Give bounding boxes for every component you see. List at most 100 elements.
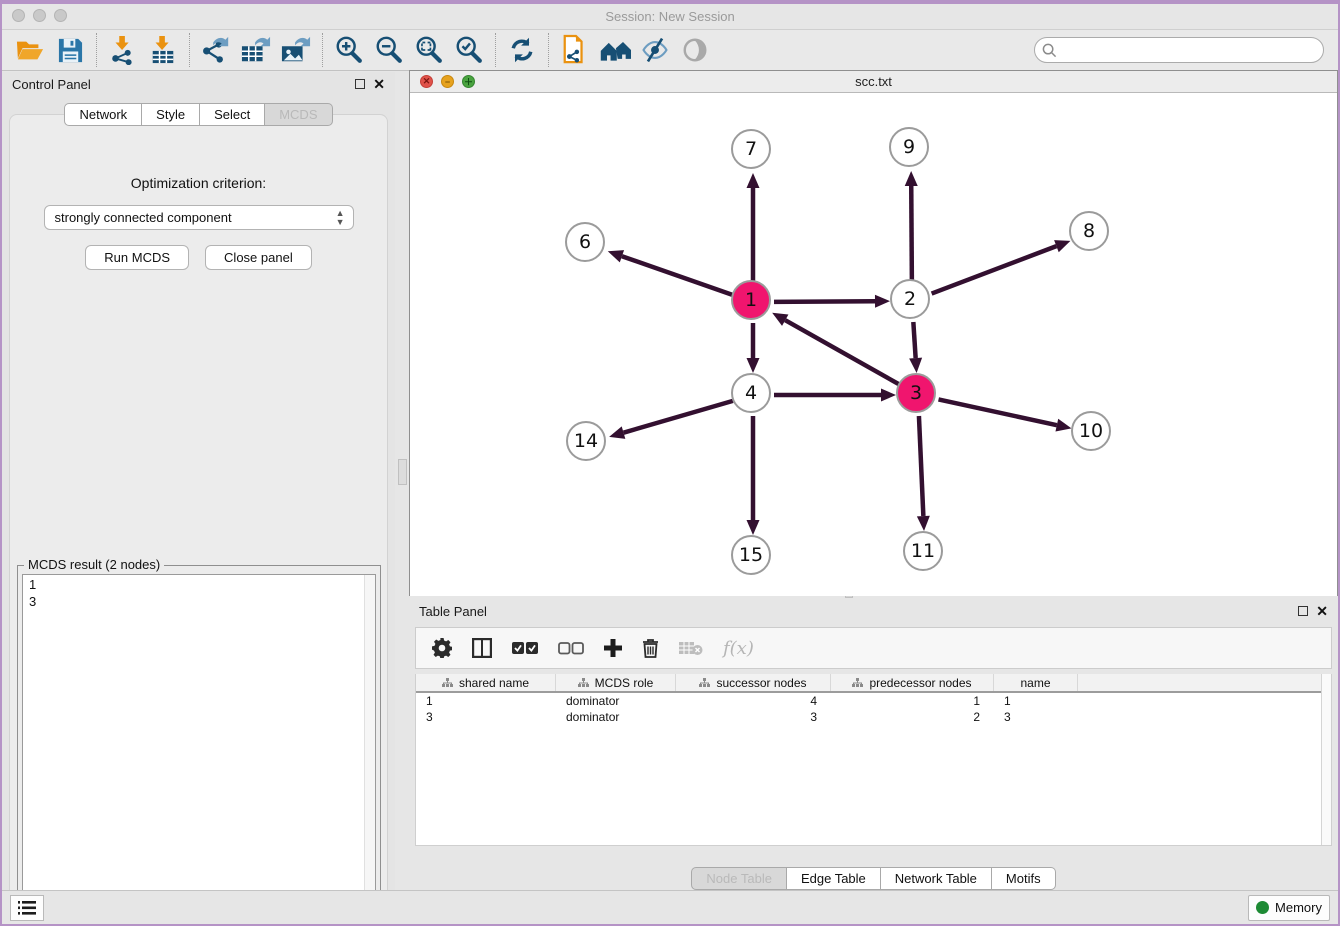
- graph-edge-1-6[interactable]: [622, 256, 733, 295]
- column-header-successor-nodes[interactable]: successor nodes: [676, 674, 831, 691]
- graph-node-1[interactable]: 1: [731, 280, 771, 320]
- hide-labels-button[interactable]: [635, 32, 675, 68]
- network-canvas[interactable]: 7 9 6 8 1 2 4 3 14 10 15 11: [410, 93, 1337, 596]
- delete-column-button[interactable]: [642, 638, 659, 658]
- tab-node-table[interactable]: Node Table: [691, 867, 787, 890]
- network-close-button[interactable]: ✕: [420, 75, 433, 88]
- tab-edge-table[interactable]: Edge Table: [787, 867, 881, 890]
- table-row[interactable]: 3 dominator 3 2 3: [416, 709, 1331, 725]
- tab-network-table[interactable]: Network Table: [881, 867, 992, 890]
- control-panel-title: Control Panel: [12, 77, 91, 92]
- home-button[interactable]: [595, 32, 635, 68]
- save-session-button[interactable]: [50, 32, 90, 68]
- graph-node-6[interactable]: 6: [565, 222, 605, 262]
- table-panel: Table Panel ✕: [409, 599, 1338, 894]
- close-window-button[interactable]: [12, 9, 25, 22]
- column-header-mcds-role[interactable]: MCDS role: [556, 674, 676, 691]
- table-tabs: Node Table Edge Table Network Table Moti…: [409, 867, 1338, 890]
- graph-node-8[interactable]: 8: [1069, 211, 1109, 251]
- main-titlebar: Session: New Session: [2, 4, 1338, 29]
- memory-button[interactable]: Memory: [1248, 895, 1330, 921]
- graph-node-11[interactable]: 11: [903, 531, 943, 571]
- network-minimize-button[interactable]: −: [441, 75, 454, 88]
- export-image-icon: [280, 35, 312, 65]
- export-table-button[interactable]: [236, 32, 276, 68]
- column-header-name[interactable]: name: [994, 674, 1078, 691]
- select-all-button[interactable]: [512, 642, 538, 655]
- import-network-button[interactable]: [103, 32, 143, 68]
- graph-edge-1-2[interactable]: [774, 301, 875, 302]
- zoom-selected-button[interactable]: [449, 32, 489, 68]
- shared-column-icon: [852, 678, 863, 688]
- table-scrollbar[interactable]: [1321, 674, 1331, 845]
- save-disk-icon: [57, 37, 84, 64]
- graph-edge-3-10[interactable]: [939, 399, 1057, 425]
- task-list-icon: [18, 901, 36, 915]
- search-input[interactable]: [1034, 37, 1324, 63]
- graph-node-7[interactable]: 7: [731, 129, 771, 169]
- export-image-button[interactable]: [276, 32, 316, 68]
- column-header-predecessor-nodes[interactable]: predecessor nodes: [831, 674, 994, 691]
- graph-node-2[interactable]: 2: [890, 279, 930, 319]
- close-panel-button[interactable]: Close panel: [205, 245, 312, 270]
- close-panel-icon[interactable]: ✕: [373, 79, 385, 89]
- graph-node-10[interactable]: 10: [1071, 411, 1111, 451]
- graph-node-9[interactable]: 9: [889, 127, 929, 167]
- tab-mcds[interactable]: MCDS: [265, 103, 332, 126]
- criterion-dropdown[interactable]: strongly connected component ▲▼: [44, 205, 354, 230]
- maximize-window-button[interactable]: [54, 9, 67, 22]
- deselect-all-button[interactable]: [558, 642, 584, 655]
- zoom-in-button[interactable]: [329, 32, 369, 68]
- mcds-result-textarea[interactable]: 1 3: [22, 574, 376, 926]
- tab-network[interactable]: Network: [64, 103, 142, 126]
- cell-shared-name: 1: [416, 693, 556, 709]
- delete-table-button[interactable]: [679, 640, 703, 656]
- close-panel-icon[interactable]: ✕: [1316, 606, 1328, 616]
- tab-motifs[interactable]: Motifs: [992, 867, 1056, 890]
- zoom-out-button[interactable]: [369, 32, 409, 68]
- task-history-button[interactable]: [10, 895, 44, 921]
- result-scrollbar[interactable]: [364, 575, 375, 926]
- tab-select[interactable]: Select: [200, 103, 265, 126]
- refresh-button[interactable]: [502, 32, 542, 68]
- graph-edge-3-1[interactable]: [785, 320, 899, 385]
- open-session-button[interactable]: [10, 32, 50, 68]
- graph-node-15[interactable]: 15: [731, 535, 771, 575]
- show-column-panel-button[interactable]: [472, 638, 492, 658]
- trash-icon: [642, 638, 659, 658]
- export-network-button[interactable]: [196, 32, 236, 68]
- float-panel-icon[interactable]: [1298, 606, 1308, 616]
- graph-edge-2-9[interactable]: [911, 186, 912, 280]
- graph-edge-3-11[interactable]: [919, 416, 923, 516]
- float-panel-icon[interactable]: [355, 79, 365, 89]
- graph-edge-2-3[interactable]: [913, 322, 915, 358]
- graph-edge-4-14[interactable]: [624, 401, 733, 433]
- status-bar: Memory: [2, 890, 1338, 924]
- zoom-fit-button[interactable]: [409, 32, 449, 68]
- toolbar-separator: [189, 33, 190, 67]
- control-panel-tabs: Network Style Select MCDS: [2, 103, 395, 126]
- duplicate-network-button[interactable]: [555, 32, 595, 68]
- run-mcds-button[interactable]: Run MCDS: [85, 245, 189, 270]
- birds-eye-view-button[interactable]: [675, 32, 715, 68]
- function-builder-button[interactable]: f(x): [723, 638, 754, 659]
- add-column-button[interactable]: [604, 639, 622, 657]
- cell-shared-name: 3: [416, 709, 556, 725]
- tab-style[interactable]: Style: [142, 103, 200, 126]
- open-folder-icon: [15, 36, 45, 64]
- graph-node-3[interactable]: 3: [896, 373, 936, 413]
- graph-edge-arrowhead: [881, 389, 896, 402]
- column-header-shared-name[interactable]: shared name: [416, 674, 556, 691]
- table-settings-button[interactable]: [432, 638, 452, 658]
- import-table-button[interactable]: [143, 32, 183, 68]
- table-row[interactable]: 1 dominator 4 1 1: [416, 693, 1331, 709]
- graph-edge-arrowhead: [609, 426, 625, 438]
- graph-node-4[interactable]: 4: [731, 373, 771, 413]
- graph-edge-2-8[interactable]: [932, 246, 1057, 293]
- graph-node-14[interactable]: 14: [566, 421, 606, 461]
- minimize-window-button[interactable]: [33, 9, 46, 22]
- vertical-splitter-handle[interactable]: [398, 459, 407, 485]
- cell-name: 3: [994, 709, 1078, 725]
- network-maximize-button[interactable]: ＋: [462, 75, 475, 88]
- import-network-icon: [108, 35, 138, 65]
